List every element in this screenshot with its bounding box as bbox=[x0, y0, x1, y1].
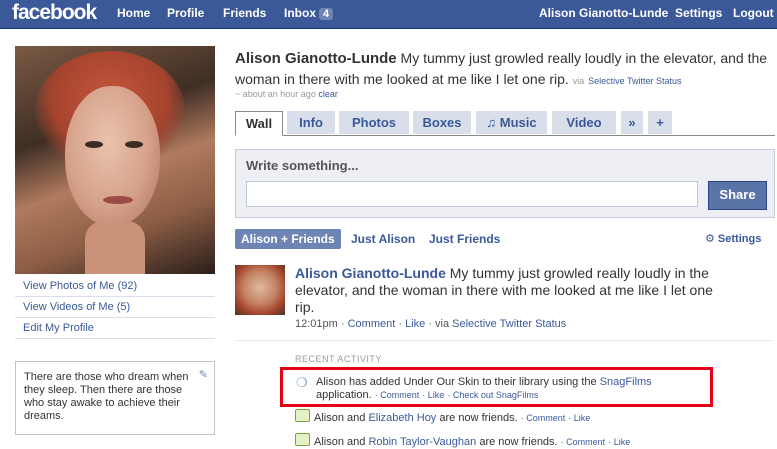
activity-text: Alison and bbox=[314, 436, 366, 448]
tab-info[interactable]: Info bbox=[287, 111, 335, 134]
inbox-count-badge: 4 bbox=[319, 8, 334, 20]
highlight-box bbox=[280, 367, 713, 407]
filter-alison-plus-friends[interactable]: Alison + Friends bbox=[235, 229, 341, 249]
nav-home[interactable]: Home bbox=[117, 6, 150, 20]
tab-more-icon[interactable]: » bbox=[621, 111, 643, 134]
activity-item-friend-1: Alison and Elizabeth Hoy are now friends… bbox=[295, 409, 590, 425]
nav-friends[interactable]: Friends bbox=[223, 6, 266, 20]
share-button[interactable]: Share bbox=[708, 181, 767, 210]
activity-suffix: are now friends. bbox=[479, 436, 558, 448]
nav-logout[interactable]: Logout bbox=[733, 6, 774, 20]
profile-tabs: Wall Info Photos Boxes ♫ Music Video » + bbox=[235, 111, 775, 136]
activity-comment-link[interactable]: Comment bbox=[566, 437, 605, 447]
story-comment-link[interactable]: Comment bbox=[348, 318, 396, 330]
view-photos-link[interactable]: View Photos of Me (92) bbox=[15, 276, 215, 297]
story-author-link[interactable]: Alison Gianotto-Lunde bbox=[295, 265, 446, 281]
story-divider bbox=[235, 340, 773, 341]
top-navigation-bar: facebook Home Profile Friends Inbox 4 Ali… bbox=[0, 0, 777, 29]
status-time: ~ about an hour ago bbox=[235, 89, 316, 99]
profile-name: Alison Gianotto-Lunde bbox=[235, 50, 397, 67]
activity-suffix: are now friends. bbox=[439, 412, 518, 424]
nav-inbox-label: Inbox bbox=[284, 6, 316, 20]
tab-boxes[interactable]: Boxes bbox=[413, 111, 471, 134]
nav-profile[interactable]: Profile bbox=[167, 6, 204, 20]
status-meta: ~ about an hour ago clear bbox=[235, 89, 338, 99]
tab-wall[interactable]: Wall bbox=[235, 111, 283, 136]
story-time: 12:01pm bbox=[295, 318, 338, 330]
activity-like-link[interactable]: Like bbox=[574, 413, 591, 423]
story-meta: 12:01pm · Comment · Like · via Selective… bbox=[295, 318, 567, 330]
activity-like-link[interactable]: Like bbox=[614, 437, 631, 447]
activity-text: Alison and bbox=[314, 412, 366, 424]
activity-item-friend-2: Alison and Robin Taylor-Vaughan are now … bbox=[295, 433, 630, 449]
profile-status: Alison Gianotto-Lunde My tummy just grow… bbox=[235, 48, 770, 91]
tab-photos[interactable]: Photos bbox=[339, 111, 409, 134]
nav-inbox[interactable]: Inbox 4 bbox=[284, 6, 334, 20]
wall-composer: Write something... Share bbox=[235, 149, 775, 218]
nav-settings[interactable]: Settings bbox=[675, 6, 722, 20]
filter-just-friends[interactable]: Just Friends bbox=[429, 232, 500, 246]
edit-profile-link[interactable]: Edit My Profile bbox=[15, 318, 215, 339]
tab-video[interactable]: Video bbox=[552, 111, 616, 134]
recent-activity-heading: RECENT ACTIVITY bbox=[295, 354, 382, 364]
bio-box: There are those who dream when they slee… bbox=[15, 361, 215, 435]
composer-label: Write something... bbox=[246, 158, 359, 173]
friend-link-robin[interactable]: Robin Taylor-Vaughan bbox=[368, 436, 476, 448]
wall-settings-link[interactable]: ⚙ Settings bbox=[705, 232, 761, 245]
facebook-logo[interactable]: facebook bbox=[12, 1, 97, 25]
bio-text: There are those who dream when they slee… bbox=[24, 371, 189, 422]
status-clear-link[interactable]: clear bbox=[318, 89, 338, 99]
filter-just-alison[interactable]: Just Alison bbox=[351, 232, 415, 246]
pencil-icon[interactable]: ✎ bbox=[199, 368, 208, 381]
status-via-prefix: via bbox=[572, 76, 585, 86]
status-via-app-link[interactable]: Selective Twitter Status bbox=[588, 76, 681, 86]
composer-input[interactable] bbox=[246, 181, 698, 207]
friend-link-elizabeth[interactable]: Elizabeth Hoy bbox=[368, 412, 436, 424]
story-text-block: Alison Gianotto-Lunde My tummy just grow… bbox=[295, 265, 715, 316]
friends-icon bbox=[295, 409, 310, 422]
profile-picture[interactable] bbox=[15, 46, 215, 274]
story-via-app-link[interactable]: Selective Twitter Status bbox=[452, 318, 566, 330]
story-like-link[interactable]: Like bbox=[405, 318, 425, 330]
nav-user-name[interactable]: Alison Gianotto-Lunde bbox=[539, 6, 668, 20]
friends-icon bbox=[295, 433, 310, 446]
tab-add-icon[interactable]: + bbox=[648, 111, 672, 134]
activity-comment-link[interactable]: Comment bbox=[526, 413, 565, 423]
story-via-prefix: via bbox=[435, 318, 450, 330]
view-videos-link[interactable]: View Videos of Me (5) bbox=[15, 297, 215, 318]
story-avatar[interactable] bbox=[235, 265, 285, 315]
tab-music[interactable]: ♫ Music bbox=[476, 111, 547, 134]
profile-links: View Photos of Me (92) View Videos of Me… bbox=[15, 276, 215, 339]
